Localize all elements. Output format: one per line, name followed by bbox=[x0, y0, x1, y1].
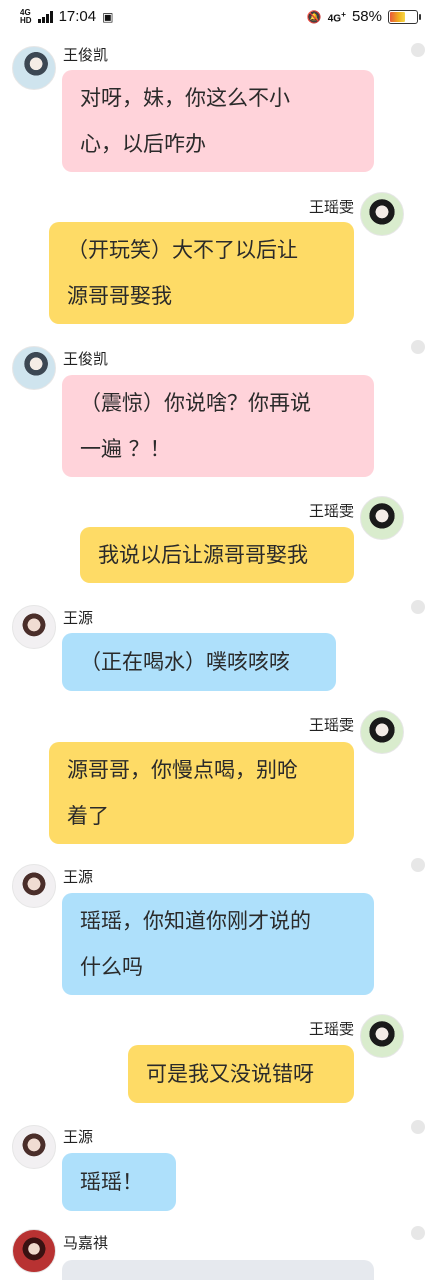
message-line: （震惊）你说啥？你再说 bbox=[80, 391, 311, 415]
avatar[interactable] bbox=[12, 1125, 56, 1169]
avatar[interactable] bbox=[360, 710, 404, 754]
message-bubble[interactable]: （正在喝水）噗咳咳咳 bbox=[62, 633, 336, 691]
hd-label: HD bbox=[20, 15, 32, 25]
message-line: 瑶瑶！ bbox=[80, 1170, 143, 1194]
message-bubble[interactable]: 瑶瑶，你知道你刚才说的 什么吗 bbox=[62, 893, 374, 995]
network-right-sup: + bbox=[341, 8, 346, 19]
status-left: 4G HD 17:04 ▣ bbox=[20, 8, 113, 25]
message-bubble[interactable]: 我说以后让源哥哥娶我 bbox=[80, 527, 354, 583]
message-line: 心，以后咋办 bbox=[80, 132, 206, 156]
clock: 17:04 bbox=[58, 8, 97, 25]
nfc-icon: ▣ bbox=[102, 9, 114, 24]
message-line: （开玩笑）大不了以后让 bbox=[67, 238, 298, 262]
network-type-right: 4G+ bbox=[328, 9, 346, 24]
status-dot bbox=[411, 43, 425, 57]
message-row: 王源 瑶瑶！ bbox=[0, 1120, 436, 1222]
network-right-label: 4G bbox=[327, 13, 342, 25]
mute-icon: 🔕 bbox=[306, 9, 322, 24]
message-row: 王源 瑶瑶，你知道你刚才说的 什么吗 bbox=[0, 858, 436, 1000]
sender-name: 王源 bbox=[63, 609, 94, 627]
message-row: 王俊凯 对呀，妹，你这么不小 心，以后咋办 bbox=[0, 40, 436, 180]
message-line: 我说以后让源哥哥娶我 bbox=[98, 543, 308, 567]
message-bubble[interactable]: 瑶瑶！ bbox=[62, 1153, 176, 1211]
status-right: 🔕 4G+ 58% bbox=[306, 8, 421, 25]
avatar[interactable] bbox=[12, 864, 56, 908]
avatar[interactable] bbox=[12, 346, 56, 390]
avatar[interactable] bbox=[360, 192, 404, 236]
chat-list[interactable]: 王俊凯 对呀，妹，你这么不小 心，以后咋办 王瑶雯 （开玩笑）大不了以后让 源哥… bbox=[0, 34, 436, 1280]
message-row: 王瑶雯 源哥哥，你慢点喝，别呛 着了 bbox=[0, 708, 436, 848]
sender-name: 王瑶雯 bbox=[308, 1020, 354, 1038]
sender-name: 王俊凯 bbox=[63, 46, 109, 64]
sender-name: 王瑶雯 bbox=[308, 198, 354, 216]
status-dot bbox=[411, 858, 425, 872]
message-row: 王瑶雯 可是我又没说错呀 bbox=[0, 1012, 436, 1112]
network-type-left: 4G HD bbox=[20, 8, 32, 25]
sender-name: 王瑶雯 bbox=[308, 502, 354, 520]
battery-icon bbox=[388, 9, 421, 24]
sender-name: 王瑶雯 bbox=[308, 716, 354, 734]
message-bubble[interactable]: 可是我又没说错呀 bbox=[128, 1045, 354, 1103]
message-row: 王瑶雯 （开玩笑）大不了以后让 源哥哥娶我 bbox=[0, 190, 436, 330]
avatar[interactable] bbox=[12, 605, 56, 649]
message-line: 着了 bbox=[67, 804, 109, 828]
message-row: 王俊凯 （震惊）你说啥？你再说 一遍 ？！ bbox=[0, 340, 436, 482]
avatar[interactable] bbox=[12, 46, 56, 90]
sender-name: 马嘉祺 bbox=[63, 1234, 109, 1252]
message-bubble[interactable] bbox=[62, 1260, 374, 1280]
status-dot bbox=[411, 340, 425, 354]
sender-name: 王源 bbox=[63, 868, 94, 886]
status-dot bbox=[411, 600, 425, 614]
message-bubble[interactable]: 对呀，妹，你这么不小 心，以后咋办 bbox=[62, 70, 374, 172]
message-bubble[interactable]: （震惊）你说啥？你再说 一遍 ？！ bbox=[62, 375, 374, 477]
message-line: （正在喝水）噗咳咳咳 bbox=[80, 650, 290, 674]
avatar[interactable] bbox=[360, 1014, 404, 1058]
status-dot bbox=[411, 1120, 425, 1134]
message-bubble[interactable]: 源哥哥，你慢点喝，别呛 着了 bbox=[49, 742, 354, 844]
signal-icon bbox=[37, 10, 53, 23]
avatar[interactable] bbox=[360, 496, 404, 540]
message-line: 什么吗 bbox=[80, 955, 143, 979]
message-line: 一遍 ？！ bbox=[80, 437, 171, 461]
message-line: 对呀，妹，你这么不小 bbox=[80, 86, 290, 110]
message-row: 王源 （正在喝水）噗咳咳咳 bbox=[0, 600, 436, 700]
sender-name: 王源 bbox=[63, 1128, 94, 1146]
message-row: 王瑶雯 我说以后让源哥哥娶我 bbox=[0, 494, 436, 594]
message-line: 可是我又没说错呀 bbox=[146, 1062, 314, 1086]
sender-name: 王俊凯 bbox=[63, 350, 109, 368]
message-bubble[interactable]: （开玩笑）大不了以后让 源哥哥娶我 bbox=[49, 222, 354, 324]
message-row: 马嘉祺 bbox=[0, 1226, 436, 1280]
message-line: 瑶瑶，你知道你刚才说的 bbox=[80, 909, 311, 933]
battery-fill bbox=[390, 11, 405, 22]
battery-percent: 58% bbox=[351, 8, 382, 25]
status-dot bbox=[411, 1226, 425, 1240]
avatar[interactable] bbox=[12, 1229, 56, 1273]
message-line: 源哥哥娶我 bbox=[67, 284, 172, 308]
message-line: 源哥哥，你慢点喝，别呛 bbox=[67, 758, 298, 782]
status-bar: 4G HD 17:04 ▣ 🔕 4G+ 58% bbox=[0, 0, 436, 34]
